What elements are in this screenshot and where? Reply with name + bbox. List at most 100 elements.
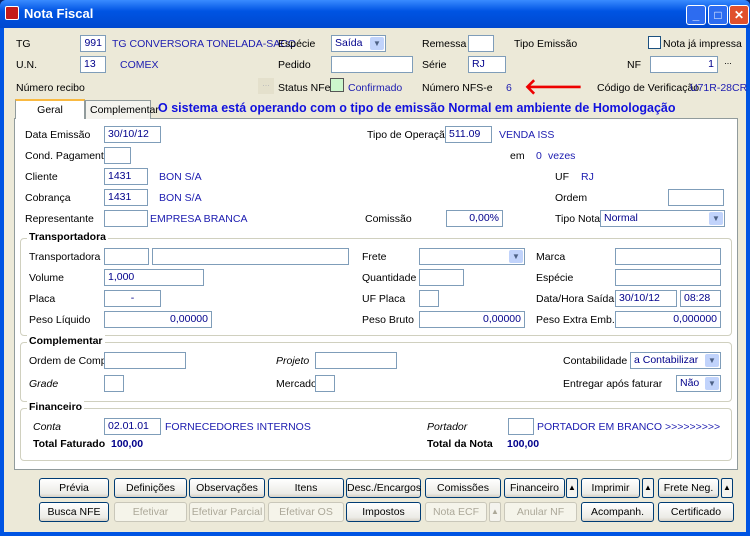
nota-ecf-menu-up-icon[interactable]: ▲ (489, 502, 501, 522)
cliente-name: BON S/A (159, 171, 202, 183)
cobranca-input[interactable]: 1431 (104, 189, 148, 206)
peso-extra-label: Peso Extra Emb. (536, 314, 615, 326)
codigo-verificacao-label: Código de Verificação (597, 82, 699, 94)
portador-input[interactable] (508, 418, 534, 435)
comissao-label: Comissão (365, 213, 412, 225)
arrow-left-icon: 🡐 (524, 74, 583, 100)
certificado-button[interactable]: Certificado (658, 502, 734, 522)
tab-complementar[interactable]: Complementar (85, 100, 151, 119)
tipo-operacao-input[interactable]: 511.09 (445, 126, 492, 143)
mercado-input[interactable] (315, 375, 335, 392)
financeiro-menu-up-icon[interactable]: ▲ (566, 478, 578, 498)
transportadora-code-input[interactable] (104, 248, 149, 265)
tipo-nota-select[interactable]: Normal▼ (600, 210, 725, 227)
peso-extra-input[interactable]: 0,000000 (615, 311, 721, 328)
previa-button[interactable]: Prévia (39, 478, 109, 498)
entregar-select[interactable]: Não▼ (676, 375, 721, 392)
remessa-input[interactable] (468, 35, 494, 52)
close-button[interactable]: ✕ (729, 5, 749, 25)
efetivar-os-button[interactable]: Efetivar OS (268, 502, 344, 522)
transportadora-title: Transportadora (27, 231, 108, 243)
acompanh-button[interactable]: Acompanh. (581, 502, 654, 522)
entregar-label: Entregar após faturar (563, 378, 662, 390)
transportadora-name-input[interactable] (152, 248, 349, 265)
ordem-compra-input[interactable] (104, 352, 186, 369)
nota-ecf-button[interactable]: Nota ECF (425, 502, 487, 522)
frete-select[interactable]: ▼ (419, 248, 525, 265)
placa-input[interactable]: - (104, 290, 161, 307)
tipo-nota-label: Tipo Nota (555, 213, 600, 225)
ordem-input[interactable] (668, 189, 724, 206)
especie-select[interactable]: Saída▼ (331, 35, 386, 52)
cliente-input[interactable]: 1431 (104, 168, 148, 185)
total-faturado-value: 100,00 (111, 438, 143, 450)
maximize-button[interactable]: □ (708, 5, 728, 25)
nf-input[interactable]: 1 (650, 56, 718, 73)
anular-nf-button[interactable]: Anular NF (504, 502, 577, 522)
chevron-down-icon: ▼ (370, 37, 384, 50)
cond-pagamento-input[interactable] (104, 147, 131, 164)
em-label: em (510, 150, 525, 162)
itens-button[interactable]: Itens (268, 478, 344, 498)
volume-input[interactable]: 1,000 (104, 269, 204, 286)
impostos-button[interactable]: Impostos (346, 502, 421, 522)
uf-placa-input[interactable] (419, 290, 439, 307)
grade-input[interactable] (104, 375, 124, 392)
recibo-lookup-button[interactable]: ... (258, 78, 274, 94)
un-input[interactable]: 13 (80, 56, 106, 73)
hora-saida-input[interactable]: 08:28 (680, 290, 721, 307)
tab-geral[interactable]: Geral (15, 99, 85, 119)
em-value: 0 (536, 150, 542, 162)
nota-impressa-checkbox[interactable] (648, 36, 661, 49)
tipo-operacao-label: Tipo de Operação (367, 129, 451, 141)
representante-input[interactable] (104, 210, 148, 227)
minimize-button[interactable]: _ (686, 5, 706, 25)
desc-encargos-button[interactable]: Desc./Encargos (346, 478, 421, 498)
especie-transp-input[interactable] (615, 269, 721, 286)
conta-label: Conta (33, 421, 61, 433)
nf-lookup-button[interactable]: ... (721, 56, 735, 73)
efetivar-button[interactable]: Efetivar (114, 502, 187, 522)
imprimir-button[interactable]: Imprimir (581, 478, 640, 498)
frete-neg-button[interactable]: Frete Neg. (658, 478, 719, 498)
financeiro-button[interactable]: Financeiro (504, 478, 565, 498)
contabilidade-label: Contabilidade (563, 355, 627, 367)
complementar-title: Complementar (27, 335, 105, 347)
contabilidade-select[interactable]: a Contabilizar▼ (630, 352, 721, 369)
quantidade-input[interactable] (419, 269, 464, 286)
form-body: TG 991 TG CONVERSORA TONELADA-SACO U.N. … (4, 28, 746, 532)
imprimir-menu-up-icon[interactable]: ▲ (642, 478, 654, 498)
frete-menu-up-icon[interactable]: ▲ (721, 478, 733, 498)
definicoes-button[interactable]: Definições (114, 478, 187, 498)
numero-nfse-value: 6 (506, 82, 512, 94)
data-saida-input[interactable]: 30/10/12 (615, 290, 677, 307)
busca-nfe-button[interactable]: Busca NFE (39, 502, 109, 522)
tg-label: TG (16, 38, 31, 50)
marca-input[interactable] (615, 248, 721, 265)
pedido-label: Pedido (278, 59, 311, 71)
comissoes-button[interactable]: Comissões (425, 478, 501, 498)
conta-input[interactable]: 02.01.01 (104, 418, 161, 435)
pedido-input[interactable] (331, 56, 413, 73)
marca-label: Marca (536, 251, 565, 263)
especie-label: Espécie (278, 38, 315, 50)
cobranca-name: BON S/A (159, 192, 202, 204)
peso-liquido-input[interactable]: 0,00000 (104, 311, 212, 328)
data-emissao-input[interactable]: 30/10/12 (104, 126, 161, 143)
serie-label: Série (422, 59, 447, 71)
peso-bruto-input[interactable]: 0,00000 (419, 311, 525, 328)
title-bar[interactable]: Nota Fiscal _ □ ✕ (0, 0, 750, 28)
un-name: COMEX (120, 59, 159, 71)
projeto-input[interactable] (315, 352, 397, 369)
quantidade-label: Quantidade (362, 272, 416, 284)
serie-input[interactable]: RJ (468, 56, 506, 73)
contabilidade-value: a Contabilizar (634, 354, 698, 366)
comissao-input[interactable]: 0,00% (446, 210, 503, 227)
efetivar-parcial-button[interactable]: Efetivar Parcial (189, 502, 265, 522)
remessa-label: Remessa (422, 38, 466, 50)
complementar-group: Complementar Ordem de Compra Projeto Con… (20, 342, 732, 402)
observacoes-button[interactable]: Observações (189, 478, 265, 498)
entregar-value: Não (680, 377, 699, 389)
tg-input[interactable]: 991 (80, 35, 106, 52)
numero-recibo-label: Número recibo (16, 82, 85, 94)
